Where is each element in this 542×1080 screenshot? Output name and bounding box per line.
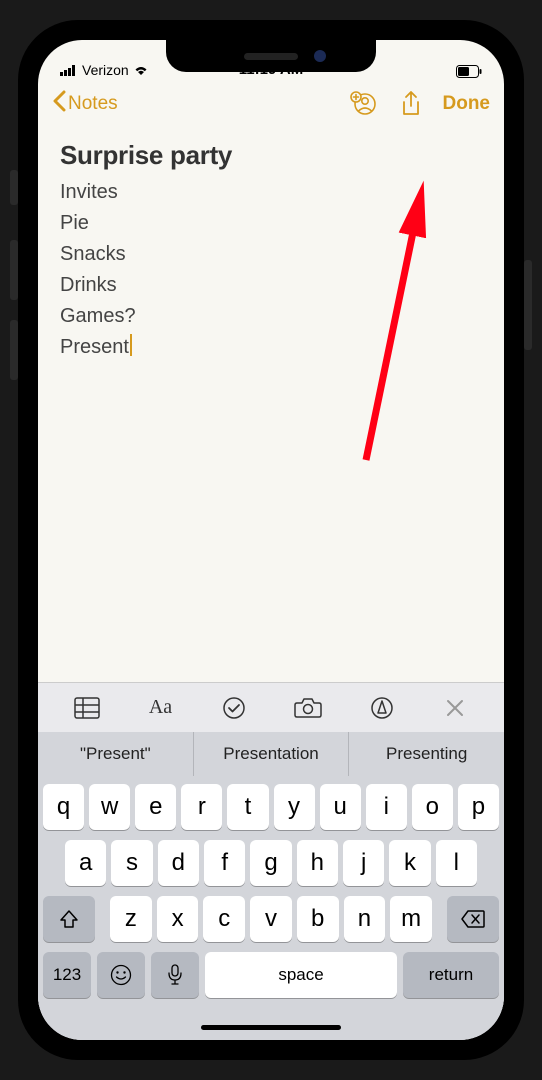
note-title: Surprise party (60, 140, 482, 171)
back-label: Notes (68, 93, 118, 115)
nav-bar: Notes Done (38, 80, 504, 128)
text-format-button[interactable]: Aa (124, 696, 198, 719)
key-c[interactable]: c (203, 896, 245, 942)
space-key[interactable]: space (205, 952, 397, 998)
keyboard: q w e r t y u i o p a s d (38, 776, 504, 1014)
return-key[interactable]: return (403, 952, 499, 998)
volume-up-button (10, 240, 18, 300)
shift-key[interactable] (43, 896, 95, 942)
key-y[interactable]: y (274, 784, 315, 830)
key-a[interactable]: a (65, 840, 106, 886)
key-d[interactable]: d (158, 840, 199, 886)
note-line: Drinks (60, 270, 482, 301)
phone-frame: Verizon 11:19 AM Notes (18, 20, 524, 1060)
format-toolbar: Aa (38, 682, 504, 732)
note-line: Present (60, 332, 482, 363)
done-button[interactable]: Done (437, 93, 491, 115)
signal-icon (60, 64, 78, 76)
key-i[interactable]: i (366, 784, 407, 830)
keyboard-area: Aa "Present" (38, 682, 504, 1040)
key-n[interactable]: n (344, 896, 386, 942)
key-t[interactable]: t (227, 784, 268, 830)
numbers-key[interactable]: 123 (43, 952, 91, 998)
key-e[interactable]: e (135, 784, 176, 830)
key-q[interactable]: q (43, 784, 84, 830)
chevron-left-icon (52, 90, 66, 118)
key-p[interactable]: p (458, 784, 499, 830)
markup-button[interactable] (345, 696, 419, 720)
notch (166, 40, 376, 72)
key-h[interactable]: h (297, 840, 338, 886)
backspace-key[interactable] (447, 896, 499, 942)
checklist-button[interactable] (197, 696, 271, 720)
key-x[interactable]: x (157, 896, 199, 942)
carrier-label: Verizon (82, 62, 129, 78)
predictive-suggestion[interactable]: Presenting (349, 732, 504, 776)
table-button[interactable] (50, 697, 124, 719)
predictive-suggestion[interactable]: Presentation (194, 732, 350, 776)
key-w[interactable]: w (89, 784, 130, 830)
key-m[interactable]: m (390, 896, 432, 942)
key-u[interactable]: u (320, 784, 361, 830)
note-line: Snacks (60, 239, 482, 270)
wifi-icon (133, 64, 149, 76)
home-indicator[interactable] (38, 1014, 504, 1040)
note-line: Invites (60, 177, 482, 208)
emoji-key[interactable] (97, 952, 145, 998)
note-content[interactable]: Surprise party Invites Pie Snacks Drinks… (38, 128, 504, 375)
key-z[interactable]: z (110, 896, 152, 942)
key-j[interactable]: j (343, 840, 384, 886)
power-button (524, 260, 532, 350)
key-b[interactable]: b (297, 896, 339, 942)
volume-down-button (10, 320, 18, 380)
key-v[interactable]: v (250, 896, 292, 942)
key-s[interactable]: s (111, 840, 152, 886)
key-o[interactable]: o (412, 784, 453, 830)
dismiss-keyboard-button[interactable] (418, 698, 492, 718)
note-line: Pie (60, 208, 482, 239)
key-f[interactable]: f (204, 840, 245, 886)
key-r[interactable]: r (181, 784, 222, 830)
add-person-button[interactable] (341, 91, 385, 117)
text-cursor (130, 334, 132, 356)
predictive-suggestion[interactable]: "Present" (38, 732, 194, 776)
share-button[interactable] (389, 90, 433, 118)
ringer-switch (10, 170, 18, 205)
key-g[interactable]: g (250, 840, 291, 886)
dictation-key[interactable] (151, 952, 199, 998)
key-k[interactable]: k (389, 840, 430, 886)
key-l[interactable]: l (436, 840, 477, 886)
note-line: Games? (60, 301, 482, 332)
battery-icon (456, 65, 482, 78)
camera-button[interactable] (271, 697, 345, 719)
back-button[interactable]: Notes (52, 90, 118, 118)
predictive-bar: "Present" Presentation Presenting (38, 732, 504, 776)
